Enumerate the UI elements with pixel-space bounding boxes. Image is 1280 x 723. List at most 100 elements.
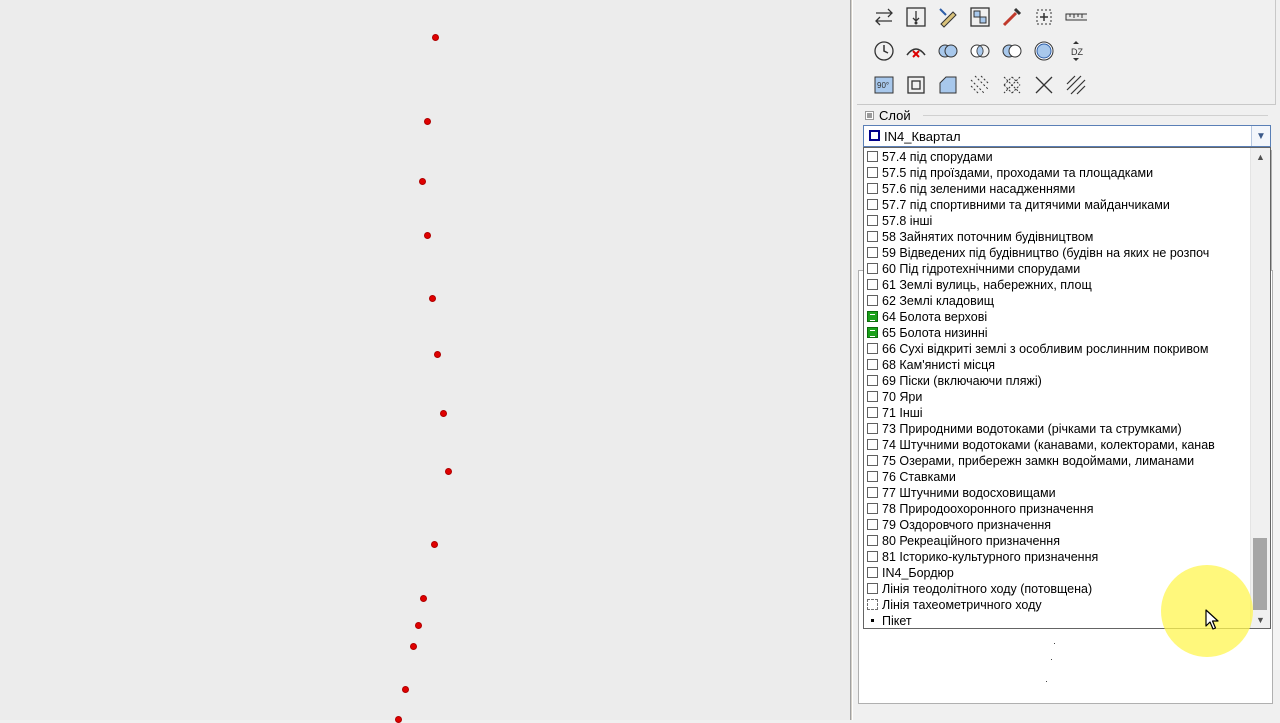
collapse-icon[interactable] <box>865 110 874 120</box>
layer-item-label: 69 Піски (включаючи пляжі) <box>882 374 1042 388</box>
survey-point[interactable] <box>419 594 427 602</box>
layer-list-item[interactable]: 80 Рекреаційного призначення <box>864 533 1251 549</box>
scroll-down-icon[interactable]: ▼ <box>1251 611 1270 628</box>
pencil-edit-icon[interactable] <box>935 4 961 30</box>
layer-list-item[interactable]: 78 Природоохоронного призначення <box>864 501 1251 517</box>
layer-item-label: 58 Зайнятих поточним будівництвом <box>882 230 1094 244</box>
difference-icon[interactable] <box>999 38 1025 64</box>
layer-swatch-icon <box>867 583 878 594</box>
mouse-cursor-icon <box>1205 609 1219 630</box>
union-icon[interactable] <box>935 38 961 64</box>
scroll-up-icon[interactable]: ▲ <box>1251 148 1270 165</box>
layer-item-label: 75 Озерами, прибережн замкн водоймами, л… <box>882 454 1195 468</box>
pick-tool-icon[interactable] <box>999 4 1025 30</box>
ruler-icon[interactable] <box>1063 4 1089 30</box>
layer-item-label: 74 Штучними водотоками (канавами, колект… <box>882 438 1215 452</box>
cut-corner-icon[interactable] <box>935 72 961 98</box>
layer-list-item[interactable]: 57.6 під зеленими насадженнями <box>864 181 1251 197</box>
survey-point[interactable] <box>401 685 409 693</box>
layer-swatch-icon <box>867 199 878 210</box>
swap-arrows-icon[interactable] <box>871 4 897 30</box>
survey-point[interactable] <box>394 715 402 723</box>
clock-icon[interactable] <box>871 38 897 64</box>
survey-point[interactable] <box>430 540 438 548</box>
layer-list-item[interactable]: 81 Історико-культурного призначення <box>864 549 1251 565</box>
layer-list-item[interactable]: 74 Штучними водотоками (канавами, колект… <box>864 437 1251 453</box>
layer-item-label: 64 Болота верхові <box>882 310 988 324</box>
layer-item-label: 68 Кам'янисті місця <box>882 358 996 372</box>
layer-item-label: 77 Штучними водосховищами <box>882 486 1056 500</box>
layer-list-item[interactable]: 62 Землі кладовищ <box>864 293 1251 309</box>
circle-icon[interactable] <box>1031 38 1057 64</box>
layer-list-item[interactable]: 77 Штучними водосховищами <box>864 485 1251 501</box>
survey-point[interactable] <box>423 117 431 125</box>
layer-swatch-icon <box>867 247 878 258</box>
map-canvas[interactable] <box>0 0 850 723</box>
layer-list-item[interactable]: 61 Землі вулиць, набережних, площ <box>864 277 1251 293</box>
layer-list-item[interactable]: 58 Зайнятих поточним будівництвом <box>864 229 1251 245</box>
survey-point[interactable] <box>431 33 439 41</box>
survey-point[interactable] <box>439 409 447 417</box>
layer-item-label: 81 Історико-культурного призначення <box>882 550 1099 564</box>
preview-speck <box>1054 643 1055 644</box>
layer-swatch-icon <box>867 471 878 482</box>
survey-point[interactable] <box>428 294 436 302</box>
layer-item-label: 62 Землі кладовищ <box>882 294 995 308</box>
layer-list-items: 57.4 під спорудами 57.5 під проїздами, пр… <box>864 149 1251 628</box>
zoom-frame-icon[interactable] <box>1031 4 1057 30</box>
layer-list-item[interactable]: 68 Кам'янисті місця <box>864 357 1251 373</box>
layer-list-item[interactable]: 69 Піски (включаючи пляжі) <box>864 373 1251 389</box>
layer-item-label: Лінія тахеометричного ходу <box>882 598 1042 612</box>
layer-list-item[interactable]: 73 Природними водотоками (річками та стр… <box>864 421 1251 437</box>
layer-item-label: 71 Інші <box>882 406 923 420</box>
layer-item-label: IN4_Бордюр <box>882 566 954 580</box>
hatch-icon[interactable] <box>967 72 993 98</box>
delete-arc-icon[interactable] <box>903 38 929 64</box>
survey-point[interactable] <box>423 231 431 239</box>
layer-list-item[interactable]: 57.5 під проїздами, проходами та площадк… <box>864 165 1251 181</box>
layer-swatch-icon <box>867 439 878 450</box>
layer-item-label: 57.8 інші <box>882 214 933 228</box>
survey-point[interactable] <box>444 467 452 475</box>
scrollbar-thumb[interactable] <box>1253 538 1267 610</box>
swamp-swatch-icon <box>867 311 878 322</box>
layer-dropdown-list[interactable]: 57.4 під спорудами 57.5 під проїздами, пр… <box>863 147 1271 629</box>
layer-list-item[interactable]: 65 Болота низинні <box>864 325 1251 341</box>
layer-swatch-icon <box>867 167 878 178</box>
layer-list-item[interactable]: 59 Відведених під будівництво (будівн на… <box>864 245 1251 261</box>
cross-lines-icon[interactable] <box>1031 72 1057 98</box>
layer-list-item[interactable]: 75 Озерами, прибережн замкн водоймами, л… <box>864 453 1251 469</box>
object-properties-icon[interactable] <box>967 4 993 30</box>
survey-point[interactable] <box>409 642 417 650</box>
survey-point[interactable] <box>414 621 422 629</box>
layer-item-label: 79 Оздоровчого призначення <box>882 518 1052 532</box>
diagonal-hatch-icon[interactable] <box>1063 72 1089 98</box>
angle-90-icon[interactable]: 90° <box>871 72 897 98</box>
chevron-down-icon[interactable]: ▼ <box>1251 126 1270 146</box>
survey-point[interactable] <box>418 177 426 185</box>
layer-list-item[interactable]: 76 Ставками <box>864 469 1251 485</box>
layer-list-item[interactable]: 57.8 інші <box>864 213 1251 229</box>
layer-item-label: 57.5 під проїздами, проходами та площадк… <box>882 166 1154 180</box>
square-frame-icon[interactable] <box>903 72 929 98</box>
survey-point[interactable] <box>433 350 441 358</box>
layer-list-item[interactable]: 79 Оздоровчого призначення <box>864 517 1251 533</box>
list-scrollbar[interactable]: ▲ ▼ <box>1250 148 1270 628</box>
layer-item-label: 70 Яри <box>882 390 923 404</box>
layer-item-label: 57.6 під зеленими насадженнями <box>882 182 1076 196</box>
svg-text:DZ: DZ <box>1071 47 1083 57</box>
dz-height-icon[interactable]: DZ <box>1063 38 1089 64</box>
insert-vertex-icon[interactable] <box>903 4 929 30</box>
layer-select[interactable]: IN4_Квартал ▼ <box>863 125 1271 147</box>
intersection-icon[interactable] <box>967 38 993 64</box>
layer-item-label: 65 Болота низинні <box>882 326 988 340</box>
layer-swatch-icon <box>867 263 878 274</box>
layer-list-item[interactable]: 57.4 під спорудами <box>864 149 1251 165</box>
layer-list-item[interactable]: 66 Сухі відкриті землі з особливим росли… <box>864 341 1251 357</box>
layer-list-item[interactable]: 60 Під гідротехнічними спорудами <box>864 261 1251 277</box>
layer-list-item[interactable]: 70 Яри <box>864 389 1251 405</box>
layer-list-item[interactable]: 64 Болота верхові <box>864 309 1251 325</box>
layer-list-item[interactable]: 71 Інші <box>864 405 1251 421</box>
crosshatch-icon[interactable] <box>999 72 1025 98</box>
layer-list-item[interactable]: 57.7 під спортивними та дитячими майданч… <box>864 197 1251 213</box>
